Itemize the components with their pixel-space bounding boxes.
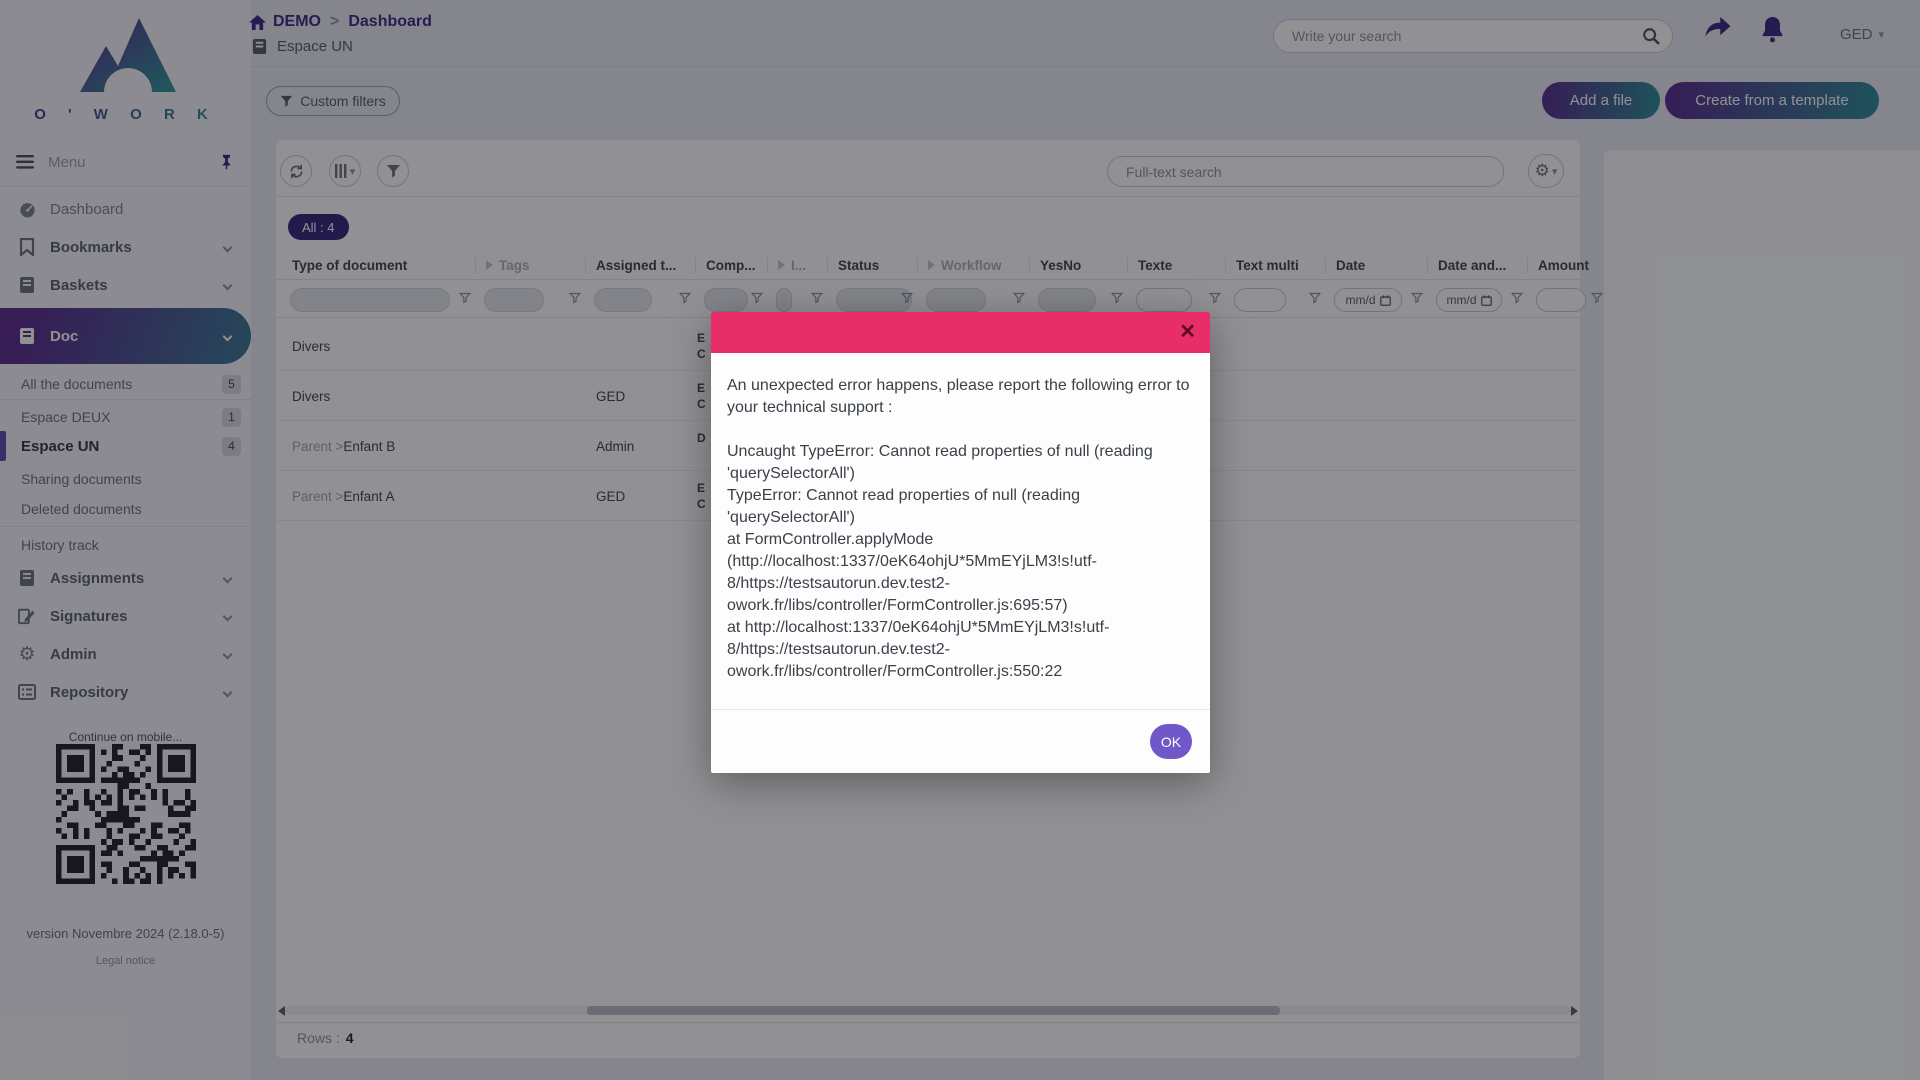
error-dialog-header: ✕ [711, 312, 1210, 353]
error-message-line: TypeError: Cannot read properties of nul… [727, 485, 1194, 529]
error-dialog: ✕ An unexpected error happens, please re… [711, 312, 1210, 773]
error-message-line: at FormController.applyMode (http://loca… [727, 529, 1194, 617]
error-dialog-footer: OK [711, 709, 1210, 773]
ok-button[interactable]: OK [1150, 724, 1192, 759]
error-message-line: at http://localhost:1337/0eK64ohjU*5MmEY… [727, 617, 1194, 683]
error-message-line: An unexpected error happens, please repo… [727, 375, 1194, 419]
close-icon[interactable]: ✕ [1179, 320, 1196, 344]
error-message-line [727, 419, 1194, 441]
error-message-line: Uncaught TypeError: Cannot read properti… [727, 441, 1194, 485]
error-message: An unexpected error happens, please repo… [727, 375, 1194, 683]
